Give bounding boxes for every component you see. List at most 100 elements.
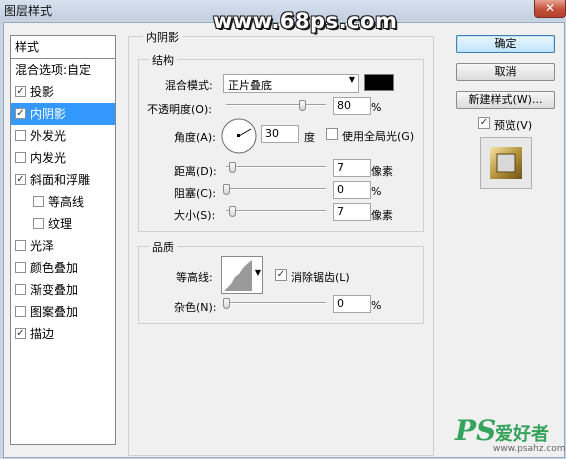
cancel-button[interactable]: 取消 xyxy=(456,63,555,81)
style-item-label: 投影 xyxy=(30,85,55,99)
shadow-color-swatch[interactable] xyxy=(364,74,394,91)
style-item-label: 内阴影 xyxy=(30,107,67,121)
angle-input[interactable]: 30 xyxy=(261,125,299,143)
style-item-label: 渐变叠加 xyxy=(30,283,79,297)
layer-style-dialog: 图层样式 ✕ 样式 混合选项:自定 ✓ 投影 ✓ 内阴影 外发光 内发光 ✓ 斜… xyxy=(0,0,566,459)
choke-unit: % xyxy=(371,185,382,198)
use-global-light-checkbox[interactable] xyxy=(326,128,338,140)
style-item-label: 颜色叠加 xyxy=(30,261,79,275)
quality-title: 品质 xyxy=(149,239,177,255)
ok-button[interactable]: 确定 xyxy=(456,35,555,53)
style-list-header-label: 样式 xyxy=(15,40,40,54)
opacity-input[interactable]: 80 xyxy=(333,97,371,115)
preview-frame-image xyxy=(490,147,522,179)
stroke-checkbox[interactable]: ✓ xyxy=(15,328,26,339)
new-style-button[interactable]: 新建样式(W)... xyxy=(456,91,555,109)
style-item-stroke[interactable]: ✓ 描边 xyxy=(11,323,115,345)
angle-label: 角度(A): xyxy=(174,131,216,144)
style-item-label: 斜面和浮雕 xyxy=(30,173,91,187)
style-item-label: 外发光 xyxy=(30,129,67,143)
outer-glow-checkbox[interactable] xyxy=(15,130,26,141)
color-overlay-checkbox[interactable] xyxy=(15,262,26,273)
brand-url: www.psahz.com xyxy=(493,444,566,454)
distance-label: 距离(D): xyxy=(174,165,217,178)
close-button[interactable]: ✕ xyxy=(534,0,566,18)
satin-checkbox[interactable] xyxy=(15,240,26,251)
distance-slider-thumb[interactable] xyxy=(229,162,236,173)
blending-options-label: 混合选项:自定 xyxy=(15,63,92,77)
style-item-color-overlay[interactable]: 颜色叠加 xyxy=(11,257,115,279)
noise-slider-track[interactable] xyxy=(226,302,326,304)
noise-label: 杂色(N): xyxy=(174,301,217,314)
size-slider-thumb[interactable] xyxy=(229,206,236,217)
style-item-pattern-overlay[interactable]: 图案叠加 xyxy=(11,301,115,323)
inner-glow-checkbox[interactable] xyxy=(15,152,26,163)
inner-shadow-checkbox[interactable]: ✓ xyxy=(15,108,26,119)
dialog-title: 图层样式 xyxy=(4,4,53,18)
size-input[interactable]: 7 xyxy=(333,203,371,221)
blend-mode-dropdown[interactable]: 正片叠底 ▼ xyxy=(223,74,359,93)
gradient-overlay-checkbox[interactable] xyxy=(15,284,26,295)
style-item-outer-glow[interactable]: 外发光 xyxy=(11,125,115,147)
choke-input[interactable]: 0 xyxy=(333,181,371,199)
style-preview-thumbnail xyxy=(480,137,532,189)
style-item-drop-shadow[interactable]: ✓ 投影 xyxy=(11,81,115,103)
contour-picker[interactable]: ▼ xyxy=(221,256,263,294)
dialog-body: 样式 混合选项:自定 ✓ 投影 ✓ 内阴影 外发光 内发光 ✓ 斜面和浮雕 等高… xyxy=(3,22,565,458)
chevron-down-icon: ▼ xyxy=(254,268,261,277)
style-item-contour[interactable]: 等高线 xyxy=(11,191,115,213)
contour-checkbox[interactable] xyxy=(33,196,44,207)
anti-aliased-label: 消除锯齿(L) xyxy=(291,271,350,284)
style-item-gradient-overlay[interactable]: 渐变叠加 xyxy=(11,279,115,301)
style-item-label: 描边 xyxy=(30,327,55,341)
angle-dial[interactable] xyxy=(220,117,258,155)
opacity-unit: % xyxy=(371,101,382,114)
contour-label: 等高线: xyxy=(176,271,213,284)
chevron-down-icon: ▼ xyxy=(348,75,355,84)
preview-label: 预览(V) xyxy=(494,119,533,132)
choke-label: 阻塞(C): xyxy=(174,187,216,200)
style-item-bevel-emboss[interactable]: ✓ 斜面和浮雕 xyxy=(11,169,115,191)
style-item-texture[interactable]: 纹理 xyxy=(11,213,115,235)
style-item-inner-shadow[interactable]: ✓ 内阴影 xyxy=(11,103,115,125)
contour-curve-icon xyxy=(224,260,252,291)
drop-shadow-checkbox[interactable]: ✓ xyxy=(15,86,26,97)
site-watermark: www.68ps.com xyxy=(213,9,398,33)
style-item-satin[interactable]: 光泽 xyxy=(11,235,115,257)
size-slider-track[interactable] xyxy=(226,210,326,212)
noise-unit: % xyxy=(371,299,382,312)
distance-unit: 像素 xyxy=(371,165,393,178)
section-title: 内阴影 xyxy=(143,29,182,45)
style-list: 样式 混合选项:自定 ✓ 投影 ✓ 内阴影 外发光 内发光 ✓ 斜面和浮雕 等高… xyxy=(10,35,116,445)
blend-mode-value: 正片叠底 xyxy=(228,79,272,92)
noise-slider-thumb[interactable] xyxy=(223,298,230,309)
texture-checkbox[interactable] xyxy=(33,218,44,229)
size-unit: 像素 xyxy=(371,209,393,222)
anti-aliased-checkbox[interactable]: ✓ xyxy=(275,269,287,281)
opacity-label: 不透明度(O): xyxy=(147,103,212,116)
style-item-label: 光泽 xyxy=(30,239,55,253)
distance-slider-track[interactable] xyxy=(226,166,326,168)
distance-input[interactable]: 7 xyxy=(333,159,371,177)
style-item-inner-glow[interactable]: 内发光 xyxy=(11,147,115,169)
preview-checkbox[interactable]: ✓ xyxy=(478,117,490,129)
choke-slider-thumb[interactable] xyxy=(223,184,230,195)
use-global-light-label: 使用全局光(G) xyxy=(342,130,415,143)
style-item-label: 内发光 xyxy=(30,151,67,165)
close-icon: ✕ xyxy=(544,1,556,15)
noise-input[interactable]: 0 xyxy=(333,295,371,313)
ps-logo: PS xyxy=(455,414,497,447)
style-item-label: 等高线 xyxy=(48,195,85,209)
angle-unit: 度 xyxy=(304,131,315,144)
structure-title: 结构 xyxy=(149,52,177,68)
choke-slider-track[interactable] xyxy=(226,188,326,190)
brand-name: 爱好者 xyxy=(495,424,549,445)
blending-options-item[interactable]: 混合选项:自定 xyxy=(11,59,115,81)
style-item-label: 图案叠加 xyxy=(30,305,79,319)
bevel-emboss-checkbox[interactable]: ✓ xyxy=(15,174,26,185)
opacity-slider-track[interactable] xyxy=(226,104,326,106)
pattern-overlay-checkbox[interactable] xyxy=(15,306,26,317)
style-list-header[interactable]: 样式 xyxy=(11,36,115,58)
blend-mode-label: 混合模式: xyxy=(165,79,213,92)
opacity-slider-thumb[interactable] xyxy=(299,100,306,111)
